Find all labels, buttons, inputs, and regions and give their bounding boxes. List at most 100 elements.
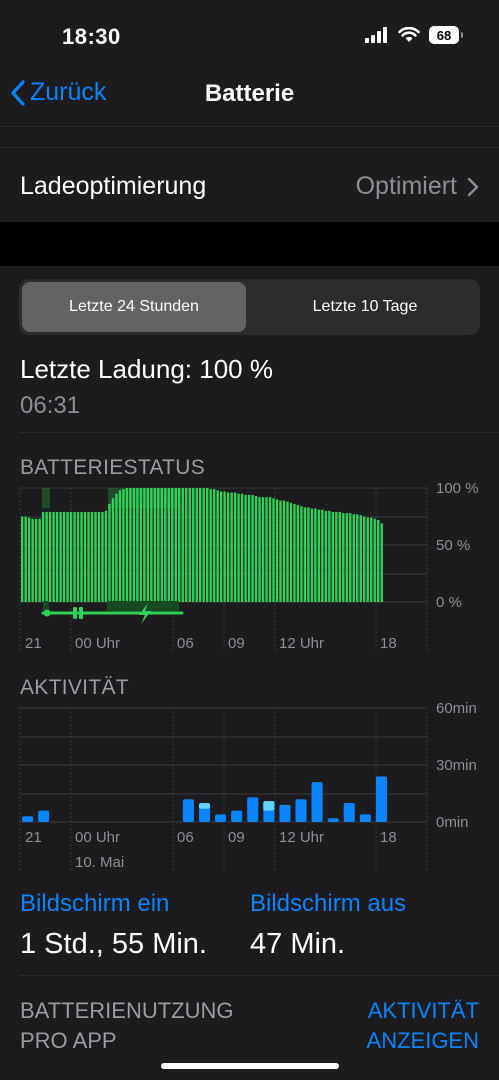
activity-bar — [247, 797, 259, 822]
x-tick-18: 18 — [380, 635, 397, 652]
battery-bar — [160, 488, 164, 602]
x-tick-12-uhr: 12 Uhr — [279, 829, 324, 846]
battery-bar — [370, 517, 373, 602]
charging-optimization-row[interactable]: Ladeoptimierung Optimiert — [0, 147, 499, 223]
x-tick-18: 18 — [380, 829, 397, 846]
activity-bar — [22, 816, 34, 822]
charging-optimization-value-wrap: Optimiert — [356, 172, 479, 201]
battery-bar — [31, 518, 34, 602]
battery-bar — [286, 501, 289, 602]
battery-bar — [178, 488, 181, 602]
battery-bar — [59, 511, 62, 602]
screen-on-label: Bildschirm ein — [20, 890, 170, 917]
battery-bar — [335, 511, 338, 602]
y-tick-0min: 0min — [436, 814, 469, 831]
battery-bar — [258, 497, 261, 602]
battery-bar — [195, 488, 198, 602]
battery-bar — [363, 516, 366, 602]
activity-bar-overlay — [198, 803, 211, 809]
battery-bar — [338, 511, 342, 602]
battery-status-heading: BATTERIESTATUS — [20, 456, 206, 479]
battery-bar — [76, 511, 80, 602]
battery-bar — [41, 511, 45, 602]
battery-bar — [328, 510, 331, 602]
range-selector: Letzte 24 Stunden Letzte 10 Tage — [19, 279, 480, 335]
battery-bar — [73, 511, 76, 602]
battery-bar — [261, 497, 265, 602]
section-separator — [0, 222, 499, 266]
charge-shade — [107, 601, 179, 611]
battery-bar — [342, 513, 345, 602]
y-tick-0: 0 % — [436, 594, 462, 611]
battery-bar — [300, 506, 303, 602]
battery-bar — [366, 517, 369, 602]
battery-bar — [226, 492, 230, 602]
battery-bar — [265, 497, 268, 602]
battery-status-chart: 100 % 50 % 0 % 21 00 Uhr 06 09 12 Uhr 18 — [19, 480, 479, 652]
battery-bar — [303, 507, 307, 602]
date-label: 10. Mai — [75, 854, 124, 871]
y-tick-60min: 60min — [436, 700, 477, 717]
battery-bar — [279, 500, 282, 602]
battery-bar — [122, 489, 125, 602]
pause-icon — [79, 607, 83, 619]
battery-bar — [115, 493, 118, 602]
activity-bar — [327, 818, 339, 822]
battery-bar — [181, 488, 184, 602]
battery-bar — [240, 493, 244, 602]
tab-last-10-days[interactable]: Letzte 10 Tage — [253, 282, 477, 332]
activity-chart: 60min 30min 0min 21 00 Uhr 06 09 12 Uhr … — [19, 700, 477, 871]
battery-bar — [118, 490, 122, 602]
activity-bar — [359, 814, 371, 822]
show-activity-button[interactable]: AKTIVITÄT ANZEIGEN — [367, 996, 479, 1056]
charge-shade — [43, 601, 49, 611]
battery-bar — [132, 488, 136, 602]
battery-bar — [45, 511, 48, 602]
battery-bar — [268, 497, 272, 602]
battery-bar — [380, 523, 383, 602]
status-time: 18:30 — [62, 24, 121, 49]
usage-heading-line2: PRO APP — [20, 1028, 117, 1053]
page-title: Batterie — [204, 80, 295, 107]
activity-bar — [375, 776, 387, 822]
nav-bar: Zurück Batterie — [0, 70, 499, 127]
battery-bar — [150, 488, 153, 602]
x-tick-21: 21 — [25, 635, 42, 652]
battery-bar — [48, 511, 52, 602]
activity-bars — [22, 776, 387, 822]
battery-bar — [97, 511, 101, 602]
x-tick-09: 09 — [228, 829, 245, 846]
wifi-icon — [398, 27, 420, 42]
battery-bar — [314, 508, 317, 602]
battery-bar — [157, 488, 160, 602]
battery-bar — [192, 488, 195, 602]
battery-bar — [111, 498, 115, 602]
battery-bar — [171, 488, 174, 602]
battery-x-axis: 21 00 Uhr 06 09 12 Uhr 18 — [25, 635, 397, 652]
tab-last-24-hours[interactable]: Letzte 24 Stunden — [22, 282, 246, 332]
battery-bar — [139, 488, 143, 602]
activity-bar — [311, 782, 323, 822]
battery-bar — [321, 509, 324, 602]
battery-bar — [90, 511, 94, 602]
last-charge-label: Letzte Ladung: 100 % — [20, 354, 273, 384]
battery-bar — [108, 503, 111, 602]
charge-start-dot — [43, 609, 51, 617]
battery-bar — [349, 513, 352, 602]
battery-bar — [125, 488, 129, 602]
battery-bar — [136, 488, 139, 602]
battery-bar — [373, 518, 376, 602]
battery-bar — [174, 488, 177, 602]
x-tick-00-uhr: 00 Uhr — [75, 829, 120, 846]
activity-bar — [38, 810, 50, 822]
battery-bar — [199, 488, 202, 602]
battery-bar — [104, 510, 108, 602]
activity-bar — [215, 814, 227, 822]
divider — [20, 432, 499, 433]
battery-bar — [289, 502, 293, 602]
battery-bar — [69, 511, 73, 602]
battery-bar — [164, 488, 167, 602]
cellular-signal-icon — [365, 27, 387, 43]
battery-bar — [129, 488, 132, 602]
battery-bar — [66, 511, 69, 602]
